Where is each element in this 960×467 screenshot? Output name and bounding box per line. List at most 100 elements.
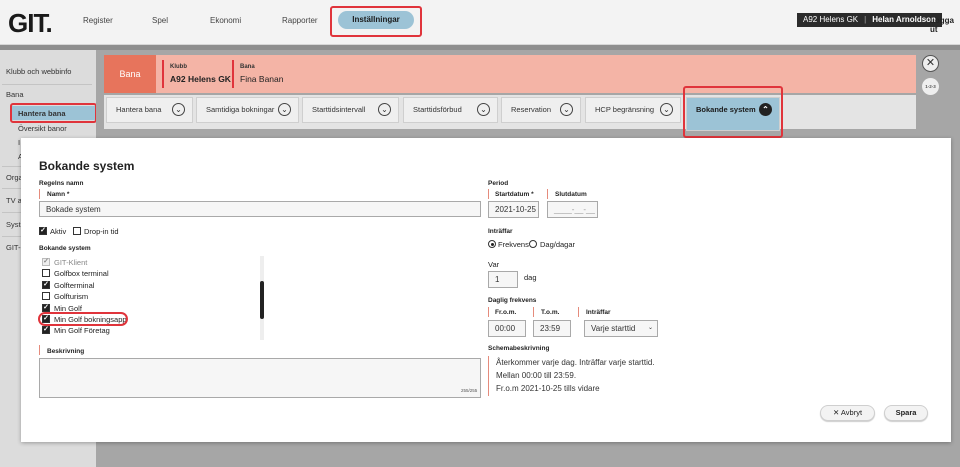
sidebar-item-bana[interactable]: Bana bbox=[6, 90, 24, 99]
tab-hcp-begransning[interactable]: HCP begränsning ⌄ bbox=[585, 97, 681, 123]
tom-label: T.o.m. bbox=[541, 309, 560, 316]
system-label: Golfbox terminal bbox=[54, 269, 109, 278]
dropin-label: Drop-in tid bbox=[84, 227, 119, 236]
field-accent bbox=[488, 189, 489, 199]
from-time-input[interactable]: 00:00 bbox=[488, 320, 526, 337]
highlight-bokningsapp bbox=[38, 312, 128, 326]
club-name: A92 Helens GK bbox=[803, 15, 859, 24]
tab-hantera-bana[interactable]: Hantera bana ⌄ bbox=[106, 97, 193, 123]
system-label: Min Golf Företag bbox=[54, 326, 110, 335]
name-input[interactable]: Bokade system bbox=[39, 201, 481, 217]
systems-scroll-thumb[interactable] bbox=[260, 281, 264, 319]
var-label: Var bbox=[488, 260, 500, 269]
var-input[interactable]: 1 bbox=[488, 271, 518, 288]
nav-ekonomi[interactable]: Ekonomi bbox=[210, 16, 241, 25]
user-name: Helan Arnoldson bbox=[872, 15, 936, 24]
nav-register[interactable]: Register bbox=[83, 16, 113, 25]
user-separator: | bbox=[864, 15, 867, 24]
intraffar-select[interactable]: Varje starttid bbox=[584, 320, 658, 337]
startdatum-label: Startdatum * bbox=[495, 191, 534, 198]
logout-link[interactable]: Logga ut bbox=[930, 16, 960, 34]
system-checkbox-golfterminal[interactable]: ✓ bbox=[42, 281, 50, 289]
daglig-heading: Daglig frekvens bbox=[488, 297, 537, 304]
app-logo[interactable]: GIT. bbox=[8, 8, 53, 39]
startdatum-input[interactable]: 2021-10-25 bbox=[488, 201, 539, 218]
intraffar-heading: Inträffar bbox=[488, 228, 513, 235]
system-checkbox-golfturism[interactable] bbox=[42, 292, 50, 300]
chevron-down-icon: ⌄ bbox=[560, 103, 573, 116]
tab-starttidsintervall[interactable]: Starttidsintervall ⌄ bbox=[302, 97, 399, 123]
description-textarea[interactable] bbox=[39, 358, 481, 398]
nav-spel[interactable]: Spel bbox=[152, 16, 168, 25]
dropin-checkbox[interactable] bbox=[73, 227, 81, 235]
from-label: Fr.o.m. bbox=[495, 309, 517, 316]
tab-label: Samtidiga bokningar bbox=[206, 105, 275, 114]
nav-rapporter[interactable]: Rapporter bbox=[282, 16, 318, 25]
system-label: GIT-Klient bbox=[54, 258, 88, 267]
frekvens-radio[interactable] bbox=[488, 240, 496, 248]
field-accent bbox=[39, 189, 40, 199]
user-box[interactable]: A92 Helens GK | Helan Arnoldson bbox=[797, 13, 942, 27]
dialog-title: Bokande system bbox=[39, 159, 135, 173]
tab-label: Reservation bbox=[511, 105, 552, 114]
tab-samtidiga-bokningar[interactable]: Samtidiga bokningar ⌄ bbox=[196, 97, 299, 123]
chevron-down-icon: ⌄ bbox=[278, 103, 291, 116]
chevron-down-icon: ⌄ bbox=[660, 103, 673, 116]
schema-heading: Schemabeskrivning bbox=[488, 345, 550, 352]
dagdagar-radio[interactable] bbox=[529, 240, 537, 248]
chevron-down-icon: ⌄ bbox=[477, 103, 490, 116]
tab-starttidsforbud[interactable]: Starttidsförbud ⌄ bbox=[403, 97, 498, 123]
close-icon[interactable]: ✕ bbox=[922, 55, 939, 72]
system-checkbox-golfbox[interactable] bbox=[42, 269, 50, 277]
field-accent bbox=[547, 189, 548, 199]
systems-heading: Bokande system bbox=[39, 245, 91, 252]
steps-icon[interactable]: 1-2-3 bbox=[922, 78, 939, 95]
system-label: Golfterminal bbox=[54, 281, 95, 290]
system-checkbox-min-golf-foretag[interactable]: ✓ bbox=[42, 326, 50, 334]
sidebar-divider bbox=[2, 84, 92, 85]
klubb-label: Klubb bbox=[170, 64, 187, 70]
highlight-bokande-tab bbox=[683, 86, 783, 138]
schema-line: Fr.o.m 2021-10-25 tills vidare bbox=[496, 384, 600, 393]
aktiv-checkbox[interactable]: ✓ bbox=[39, 227, 47, 235]
sidebar-item-klubb[interactable]: Klubb och webbinfo bbox=[6, 67, 71, 76]
frekvens-label: Frekvens bbox=[498, 240, 529, 249]
sidebar-item-i[interactable]: I bbox=[18, 138, 20, 147]
top-bar: GIT. Register Spel Ekonomi Rapporter Ins… bbox=[0, 0, 960, 45]
highlight-hantera-bana bbox=[10, 103, 97, 123]
slutdatum-input[interactable]: ____-__-__ bbox=[547, 201, 598, 218]
slutdatum-label: Slutdatum bbox=[555, 191, 587, 198]
chevron-down-icon: ⌄ bbox=[172, 103, 185, 116]
bana-tile: Bana bbox=[104, 55, 156, 93]
header-accent bbox=[232, 60, 234, 88]
description-counter: 255/255 bbox=[461, 388, 478, 393]
tab-label: Hantera bana bbox=[116, 105, 162, 114]
klubb-value: A92 Helens GK bbox=[170, 74, 231, 84]
header-accent bbox=[162, 60, 164, 88]
rule-name-heading: Regelns namn bbox=[39, 180, 84, 187]
field-accent bbox=[488, 356, 489, 396]
name-label: Namn * bbox=[47, 191, 70, 198]
field-accent bbox=[533, 307, 534, 317]
save-button[interactable]: Spara bbox=[884, 405, 928, 421]
system-checkbox-min-golf[interactable]: ✓ bbox=[42, 304, 50, 312]
intraffar2-label: Inträffar bbox=[586, 309, 611, 316]
cancel-label: Avbryt bbox=[840, 408, 863, 417]
dagdagar-label: Dag/dagar bbox=[540, 240, 576, 249]
tab-label: Starttidsintervall bbox=[312, 105, 366, 114]
tom-time-input[interactable]: 23:59 bbox=[533, 320, 571, 337]
bana-value: Fina Banan bbox=[240, 74, 284, 84]
field-accent bbox=[488, 307, 489, 317]
tab-reservation[interactable]: Reservation ⌄ bbox=[501, 97, 581, 123]
schema-line: Återkommer varje dag. Inträffar varje st… bbox=[496, 358, 655, 367]
sidebar-item-tv[interactable]: TV a bbox=[6, 196, 22, 205]
system-checkbox-git-klient: ✓ bbox=[42, 258, 50, 266]
sidebar-item-oversikt[interactable]: Översikt banor bbox=[18, 124, 67, 133]
cancel-button[interactable]: ✕ Avbryt bbox=[820, 405, 875, 421]
highlight-installningar bbox=[330, 6, 422, 37]
bana-label: Bana bbox=[240, 64, 255, 70]
field-accent bbox=[39, 345, 40, 355]
dag-label: dag bbox=[524, 273, 537, 282]
tab-label: Starttidsförbud bbox=[413, 105, 462, 114]
chevron-down-icon: ⌄ bbox=[378, 103, 391, 116]
